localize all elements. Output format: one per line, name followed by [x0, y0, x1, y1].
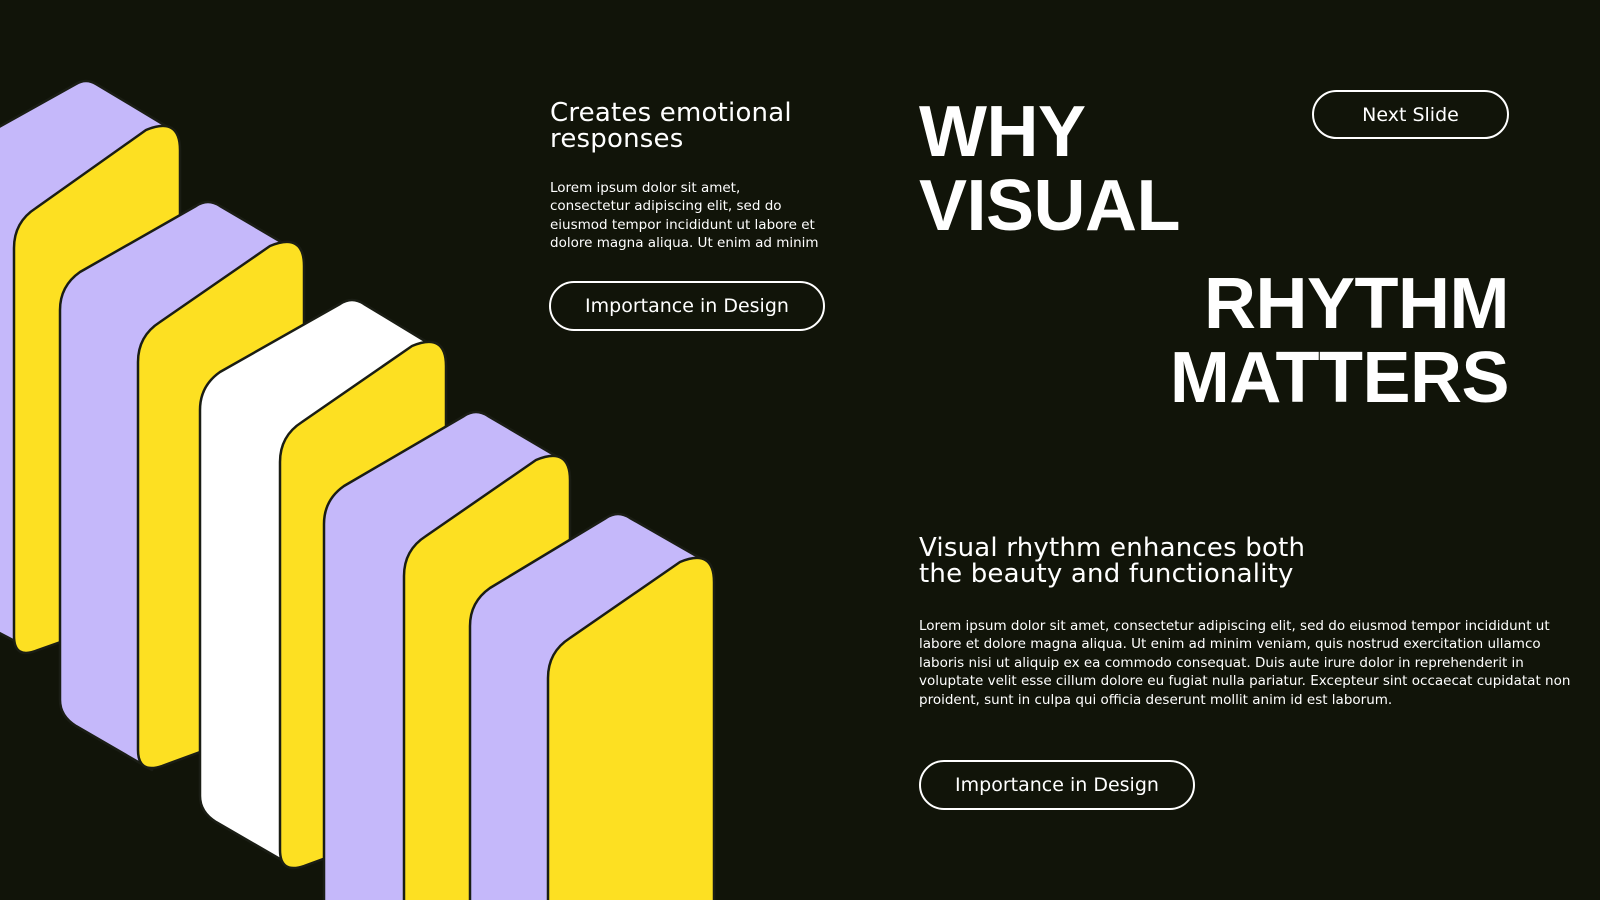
slide: Creates emotional responses Lorem ipsum …	[0, 0, 1600, 900]
bottom-body-line4: voluptate velit esse cillum dolore eu fu…	[919, 673, 1571, 690]
top-subheading-line1: Creates emotional	[550, 98, 792, 128]
top-body-line3: eiusmod tempor incididunt ut labore et	[550, 216, 815, 233]
title-visual: VISUAL	[919, 166, 1181, 246]
bottom-subheading-line2: the beauty and functionality	[919, 559, 1294, 589]
importance-in-design-button-bottom[interactable]: Importance in Design	[919, 760, 1195, 810]
top-body-line4: dolore magna aliqua. Ut enim ad minim	[550, 235, 819, 252]
title-rhythm: RHYTHM	[1204, 264, 1509, 344]
bottom-subheading-line1: Visual rhythm enhances both	[919, 533, 1306, 563]
title-why: WHY	[919, 92, 1086, 172]
top-subheading-line2: responses	[550, 124, 684, 154]
bottom-body-line3: laboris nisi ut aliquip ex ea commodo co…	[919, 654, 1524, 671]
bottom-subheading: Visual rhythm enhances both the beauty a…	[919, 535, 1305, 587]
top-subheading: Creates emotional responses	[550, 100, 792, 152]
next-slide-button[interactable]: Next Slide	[1312, 90, 1509, 139]
bottom-body-line1: Lorem ipsum dolor sit amet, consectetur …	[919, 618, 1550, 634]
bottom-body-text: Lorem ipsum dolor sit amet, consectetur …	[919, 617, 1570, 709]
title-matters: MATTERS	[1169, 338, 1510, 418]
top-body-line1: Lorem ipsum dolor sit amet,	[550, 180, 741, 196]
importance-in-design-button-top[interactable]: Importance in Design	[549, 281, 825, 331]
top-body-text: Lorem ipsum dolor sit amet, consectetur …	[550, 179, 819, 253]
bottom-body-line5: proident, sunt in culpa qui officia dese…	[919, 691, 1393, 708]
bottom-body-line2: labore et dolore magna aliqua. Ut enim a…	[919, 636, 1541, 653]
top-body-line2: consectetur adipiscing elit, sed do	[550, 198, 782, 215]
